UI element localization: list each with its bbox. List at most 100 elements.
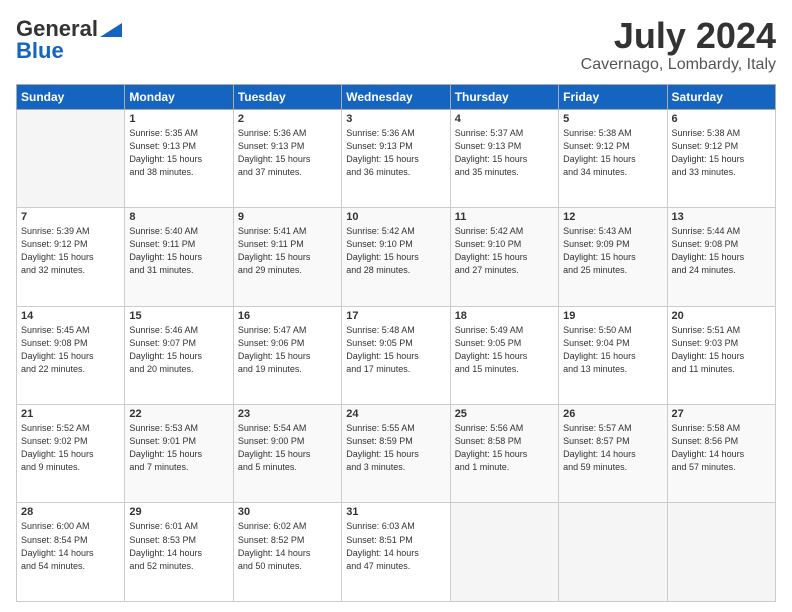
- cell-content: Sunrise: 5:53 AM Sunset: 9:01 PM Dayligh…: [129, 422, 228, 474]
- calendar-cell: 2Sunrise: 5:36 AM Sunset: 9:13 PM Daylig…: [233, 109, 341, 207]
- calendar-body: 1 Sunrise: 5:35 AM Sunset: 9:13 PM Daylig…: [17, 109, 776, 601]
- calendar-cell: 30 Sunrise: 6:02 AM Sunset: 8:52 PM Dayli…: [233, 503, 341, 602]
- day-number: 19: [563, 310, 662, 322]
- calendar-cell: 5 Sunrise: 5:38 AM Sunset: 9:12 PM Daylig…: [559, 109, 667, 207]
- col-header-monday: Monday: [125, 84, 233, 109]
- cell-content: Sunrise: 6:01 AM Sunset: 8:53 PM Dayligh…: [129, 520, 228, 572]
- cell-content: Sunrise: 5:48 AM Sunset: 9:05 PM Dayligh…: [346, 324, 445, 376]
- day-number: 23: [238, 408, 337, 420]
- day-number: 13: [672, 211, 771, 223]
- calendar-container: General Blue July 2024 Cavernago, Lombar…: [0, 0, 792, 612]
- day-number: 1: [129, 113, 228, 125]
- cell-content: Sunrise: 5:44 AM Sunset: 9:08 PM Dayligh…: [672, 225, 771, 277]
- cell-content: Sunrise: 5:36 AM Sunset: 9:13 PM Dayligh…: [238, 127, 337, 179]
- calendar-cell: 11 Sunrise: 5:42 AM Sunset: 9:10 PM Dayli…: [450, 208, 558, 306]
- col-header-saturday: Saturday: [667, 84, 775, 109]
- logo-icon: [100, 23, 122, 37]
- calendar-cell: 16 Sunrise: 5:47 AM Sunset: 9:06 PM Dayli…: [233, 306, 341, 404]
- day-number: 15: [129, 310, 228, 322]
- calendar-cell: 13 Sunrise: 5:44 AM Sunset: 9:08 PM Dayli…: [667, 208, 775, 306]
- col-header-sunday: Sunday: [17, 84, 125, 109]
- calendar-cell: [450, 503, 558, 602]
- calendar-cell: 4 Sunrise: 5:37 AM Sunset: 9:13 PM Daylig…: [450, 109, 558, 207]
- cell-content: Sunrise: 5:37 AM Sunset: 9:13 PM Dayligh…: [455, 127, 554, 179]
- cell-content: Sunrise: 5:36 AM Sunset: 9:13 PM Dayligh…: [346, 127, 445, 179]
- calendar-cell: 19 Sunrise: 5:50 AM Sunset: 9:04 PM Dayli…: [559, 306, 667, 404]
- col-header-thursday: Thursday: [450, 84, 558, 109]
- calendar-cell: 21Sunrise: 5:52 AM Sunset: 9:02 PM Dayli…: [17, 405, 125, 503]
- week-row-5: 28 Sunrise: 6:00 AM Sunset: 8:54 PM Dayli…: [17, 503, 776, 602]
- cell-content: Sunrise: 5:58 AM Sunset: 8:56 PM Dayligh…: [672, 422, 771, 474]
- cell-content: Sunrise: 6:03 AM Sunset: 8:51 PM Dayligh…: [346, 520, 445, 572]
- cell-content: Sunrise: 6:00 AM Sunset: 8:54 PM Dayligh…: [21, 520, 120, 572]
- calendar-cell: [17, 109, 125, 207]
- cell-content: Sunrise: 5:45 AM Sunset: 9:08 PM Dayligh…: [21, 324, 120, 376]
- calendar-cell: 3 Sunrise: 5:36 AM Sunset: 9:13 PM Daylig…: [342, 109, 450, 207]
- day-number: 10: [346, 211, 445, 223]
- header: General Blue July 2024 Cavernago, Lombar…: [16, 16, 776, 74]
- day-number: 20: [672, 310, 771, 322]
- day-number: 31: [346, 506, 445, 518]
- cell-content: Sunrise: 5:50 AM Sunset: 9:04 PM Dayligh…: [563, 324, 662, 376]
- logo: General Blue: [16, 16, 122, 64]
- day-number: 25: [455, 408, 554, 420]
- calendar-cell: 15 Sunrise: 5:46 AM Sunset: 9:07 PM Dayli…: [125, 306, 233, 404]
- calendar-cell: 7Sunrise: 5:39 AM Sunset: 9:12 PM Daylig…: [17, 208, 125, 306]
- day-number: 18: [455, 310, 554, 322]
- cell-content: Sunrise: 5:46 AM Sunset: 9:07 PM Dayligh…: [129, 324, 228, 376]
- calendar-cell: 27Sunrise: 5:58 AM Sunset: 8:56 PM Dayli…: [667, 405, 775, 503]
- cell-content: Sunrise: 5:38 AM Sunset: 9:12 PM Dayligh…: [563, 127, 662, 179]
- cell-content: Sunrise: 6:02 AM Sunset: 8:52 PM Dayligh…: [238, 520, 337, 572]
- cell-content: Sunrise: 5:43 AM Sunset: 9:09 PM Dayligh…: [563, 225, 662, 277]
- calendar-table: SundayMondayTuesdayWednesdayThursdayFrid…: [16, 84, 776, 602]
- calendar-header-row: SundayMondayTuesdayWednesdayThursdayFrid…: [17, 84, 776, 109]
- cell-content: Sunrise: 5:42 AM Sunset: 9:10 PM Dayligh…: [346, 225, 445, 277]
- day-number: 21: [21, 408, 120, 420]
- calendar-cell: 8 Sunrise: 5:40 AM Sunset: 9:11 PM Daylig…: [125, 208, 233, 306]
- calendar-cell: 24 Sunrise: 5:55 AM Sunset: 8:59 PM Dayli…: [342, 405, 450, 503]
- day-number: 4: [455, 113, 554, 125]
- cell-content: Sunrise: 5:56 AM Sunset: 8:58 PM Dayligh…: [455, 422, 554, 474]
- calendar-cell: 14 Sunrise: 5:45 AM Sunset: 9:08 PM Dayli…: [17, 306, 125, 404]
- day-number: 14: [21, 310, 120, 322]
- col-header-tuesday: Tuesday: [233, 84, 341, 109]
- calendar-cell: 23 Sunrise: 5:54 AM Sunset: 9:00 PM Dayli…: [233, 405, 341, 503]
- calendar-cell: 25 Sunrise: 5:56 AM Sunset: 8:58 PM Dayli…: [450, 405, 558, 503]
- cell-content: Sunrise: 5:47 AM Sunset: 9:06 PM Dayligh…: [238, 324, 337, 376]
- calendar-cell: 17Sunrise: 5:48 AM Sunset: 9:05 PM Dayli…: [342, 306, 450, 404]
- cell-content: Sunrise: 5:55 AM Sunset: 8:59 PM Dayligh…: [346, 422, 445, 474]
- day-number: 16: [238, 310, 337, 322]
- day-number: 9: [238, 211, 337, 223]
- location-title: Cavernago, Lombardy, Italy: [581, 56, 776, 74]
- cell-content: Sunrise: 5:54 AM Sunset: 9:00 PM Dayligh…: [238, 422, 337, 474]
- week-row-3: 14 Sunrise: 5:45 AM Sunset: 9:08 PM Dayli…: [17, 306, 776, 404]
- day-number: 26: [563, 408, 662, 420]
- day-number: 12: [563, 211, 662, 223]
- col-header-friday: Friday: [559, 84, 667, 109]
- day-number: 6: [672, 113, 771, 125]
- calendar-cell: 6Sunrise: 5:38 AM Sunset: 9:12 PM Daylig…: [667, 109, 775, 207]
- cell-content: Sunrise: 5:35 AM Sunset: 9:13 PM Dayligh…: [129, 127, 228, 179]
- cell-content: Sunrise: 5:51 AM Sunset: 9:03 PM Dayligh…: [672, 324, 771, 376]
- day-number: 8: [129, 211, 228, 223]
- day-number: 30: [238, 506, 337, 518]
- calendar-cell: 31 Sunrise: 6:03 AM Sunset: 8:51 PM Dayli…: [342, 503, 450, 602]
- calendar-cell: 20 Sunrise: 5:51 AM Sunset: 9:03 PM Dayli…: [667, 306, 775, 404]
- cell-content: Sunrise: 5:42 AM Sunset: 9:10 PM Dayligh…: [455, 225, 554, 277]
- cell-content: Sunrise: 5:49 AM Sunset: 9:05 PM Dayligh…: [455, 324, 554, 376]
- day-number: 5: [563, 113, 662, 125]
- title-block: July 2024 Cavernago, Lombardy, Italy: [581, 16, 776, 74]
- calendar-cell: 9 Sunrise: 5:41 AM Sunset: 9:11 PM Daylig…: [233, 208, 341, 306]
- week-row-1: 1 Sunrise: 5:35 AM Sunset: 9:13 PM Daylig…: [17, 109, 776, 207]
- week-row-2: 7Sunrise: 5:39 AM Sunset: 9:12 PM Daylig…: [17, 208, 776, 306]
- day-number: 28: [21, 506, 120, 518]
- month-title: July 2024: [581, 16, 776, 56]
- cell-content: Sunrise: 5:57 AM Sunset: 8:57 PM Dayligh…: [563, 422, 662, 474]
- day-number: 24: [346, 408, 445, 420]
- cell-content: Sunrise: 5:40 AM Sunset: 9:11 PM Dayligh…: [129, 225, 228, 277]
- day-number: 22: [129, 408, 228, 420]
- day-number: 11: [455, 211, 554, 223]
- day-number: 3: [346, 113, 445, 125]
- cell-content: Sunrise: 5:41 AM Sunset: 9:11 PM Dayligh…: [238, 225, 337, 277]
- calendar-cell: [667, 503, 775, 602]
